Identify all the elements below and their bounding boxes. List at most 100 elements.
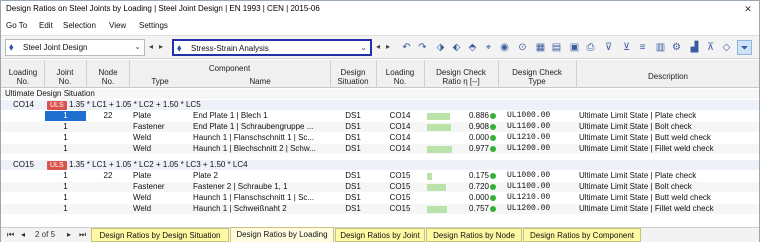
ratio-value: 0.720 — [468, 182, 489, 191]
tag-icon[interactable]: ◇ — [719, 40, 734, 55]
toolbar: ⬧ Steel Joint Design ⌄ ◂ ▸ ⬧ Stress-Stra… — [1, 35, 759, 59]
menu-go-to[interactable]: Go To — [6, 21, 27, 30]
description-cell: Ultimate Limit State | Butt weld check — [579, 193, 711, 202]
menu-view[interactable]: View — [109, 21, 126, 30]
joint-icon[interactable]: ⬘ — [465, 40, 480, 55]
table-row[interactable]: 1 Fastener Fastener 2 | Schraube 1, 1 DS1 CO… — [1, 182, 759, 192]
col-design-check-type[interactable]: Design Check Type — [499, 68, 575, 86]
ratio-value: 0.977 — [468, 144, 489, 153]
loading-no-cell: CO14 — [389, 133, 411, 142]
description-cell: Ultimate Limit State | Fillet weld check — [579, 204, 714, 213]
next-arrow-icon[interactable]: ▸ — [386, 42, 390, 51]
menu-bar: Go To Edit Selection View Settings — [1, 19, 759, 33]
columns-icon[interactable]: ▥ — [653, 40, 668, 55]
filter-icon[interactable]: ⊽ — [601, 40, 616, 55]
prev-arrow-icon[interactable]: ◂ — [149, 42, 153, 51]
prev-page-icon[interactable]: ◂ — [21, 230, 25, 239]
table-header: Loading No. Joint No. Node No. Component Ty… — [1, 60, 759, 88]
redo-icon[interactable]: ↷ — [415, 40, 430, 55]
steel-joint-icon: ⬧ — [9, 42, 14, 53]
joint-no-cell: 1 — [63, 144, 68, 153]
name-cell: Haunch 1 | Blechschnitt 2 | Schw... — [193, 144, 316, 153]
table-row[interactable]: 1 22 Plate End Plate 1 | Blech 1 DS1 CO14 0.88… — [1, 111, 759, 121]
loading-no-cell: CO14 — [389, 122, 411, 131]
table-row[interactable]: 1 Weld Haunch 1 | Flanschschnitt 1 | Sc...… — [1, 133, 759, 143]
tab-by-loading[interactable]: Design Ratios by Loading — [230, 227, 334, 242]
col-name[interactable]: Name — [191, 77, 329, 86]
col-description[interactable]: Description — [577, 72, 759, 81]
menu-settings[interactable]: Settings — [139, 21, 168, 30]
loading-no-cell: CO15 — [389, 193, 411, 202]
col-design-situation[interactable]: Design Situation — [331, 68, 375, 86]
type-cell: Fastener — [133, 122, 165, 131]
status-ok-icon — [490, 206, 496, 212]
undo-icon[interactable]: ↶ — [399, 40, 414, 55]
analysis-select[interactable]: ⬧ Stress-Strain Analysis ⌄ — [172, 39, 372, 56]
col-design-check-ratio[interactable]: Design Check Ratio η [--] — [425, 68, 497, 86]
name-cell: Fastener 2 | Schraube 1, 1 — [193, 182, 288, 191]
next-arrow-icon[interactable]: ▸ — [159, 42, 163, 51]
status-ok-icon — [490, 195, 496, 201]
menu-edit[interactable]: Edit — [39, 21, 53, 30]
export-icon[interactable]: ▤ — [549, 40, 564, 55]
uls-badge: ULS — [47, 101, 67, 110]
tab-by-node[interactable]: Design Ratios by Node — [426, 228, 522, 242]
table-row[interactable]: 1 Weld Haunch 1 | Schweißnaht 2 DS1 CO15 0.75… — [1, 204, 759, 214]
ratio-value: 0.757 — [468, 204, 489, 213]
description-cell: Ultimate Limit State | Plate check — [579, 111, 697, 120]
prev-arrow-icon[interactable]: ◂ — [376, 42, 380, 51]
design-situation-cell: DS1 — [345, 122, 361, 131]
table-row[interactable]: 1 Weld Haunch 1 | Flanschschnitt 1 | Sc...… — [1, 193, 759, 203]
name-cell: Haunch 1 | Schweißnaht 2 — [193, 204, 287, 213]
col-node-no[interactable]: Node No. — [87, 68, 129, 86]
chart-icon[interactable]: ▟ — [687, 40, 702, 55]
table-row[interactable]: 1 Fastener End Plate 1 | Schraubengruppe .… — [1, 122, 759, 132]
filter-ratio-icon[interactable]: ⊻ — [619, 40, 634, 55]
design-situation-cell: DS1 — [345, 144, 361, 153]
loading-no-cell: CO14 — [389, 111, 411, 120]
tab-by-joint[interactable]: Design Ratios by Joint — [335, 228, 425, 242]
next-page-icon[interactable]: ▸ — [67, 230, 71, 239]
dialog-window: Design Ratios on Steel Joints by Loading… — [0, 0, 760, 242]
ratio-value: 0.175 — [468, 171, 489, 180]
module-select-label: Steel Joint Design — [23, 43, 88, 52]
col-loading-no[interactable]: Loading No. — [3, 68, 43, 86]
status-ok-icon — [490, 184, 496, 190]
eye-icon[interactable]: ◉ — [497, 40, 512, 55]
table-icon[interactable]: ▦ — [533, 40, 548, 55]
name-cell: Haunch 1 | Flanschschnitt 1 | Sc... — [193, 133, 315, 142]
sort-icon[interactable]: ≡ — [635, 40, 650, 55]
col-joint-no[interactable]: Joint No. — [45, 68, 85, 86]
pick-icon[interactable]: ⌖ — [481, 40, 496, 55]
ratio-value: 0.908 — [468, 122, 489, 131]
last-page-icon[interactable]: ⏭ — [79, 230, 86, 240]
window-title: Design Ratios on Steel Joints by Loading… — [6, 4, 320, 13]
design-check-type-cell: UL1100.00 — [507, 122, 551, 131]
member-icon[interactable]: ⬗ — [433, 40, 448, 55]
type-cell: Weld — [133, 133, 152, 142]
report-icon[interactable]: ▣ — [567, 40, 582, 55]
table-row[interactable]: 1 Weld Haunch 1 | Blechschnitt 2 | Schw...… — [1, 144, 759, 154]
node-icon[interactable]: ⬖ — [449, 40, 464, 55]
tab-by-component[interactable]: Design Ratios by Component — [523, 228, 641, 242]
page-indicator: 2 of 5 — [35, 230, 56, 239]
first-page-icon[interactable]: ⏮ — [7, 230, 14, 240]
close-icon[interactable]: ✕ — [741, 2, 755, 16]
table-row[interactable]: 1 22 Plate Plate 2 DS1 CO15 0.175 UL1000.00 Ulti… — [1, 171, 759, 181]
chevron-down-icon: ⌄ — [360, 43, 367, 52]
ratio-bar — [427, 146, 452, 153]
module-select[interactable]: ⬧ Steel Joint Design ⌄ — [5, 39, 145, 56]
filter-result-icon[interactable]: ⊼ — [703, 40, 718, 55]
group-loading-no: CO14 — [13, 100, 34, 109]
settings-icon[interactable]: ⚙ — [669, 40, 684, 55]
view-icon[interactable]: ⊙ — [515, 40, 530, 55]
menu-selection[interactable]: Selection — [63, 21, 96, 30]
title-bar: Design Ratios on Steel Joints by Loading… — [1, 1, 759, 17]
col-type[interactable]: Type — [130, 77, 190, 86]
filter-active-icon[interactable]: ⏷ — [737, 40, 752, 55]
uls-badge: ULS — [47, 161, 67, 170]
print-icon[interactable]: ⎙ — [583, 40, 598, 55]
col-loading-no-2[interactable]: Loading No. — [377, 68, 423, 86]
status-ok-icon — [490, 173, 496, 179]
tab-by-design-situation[interactable]: Design Ratios by Design Situation — [91, 228, 229, 242]
